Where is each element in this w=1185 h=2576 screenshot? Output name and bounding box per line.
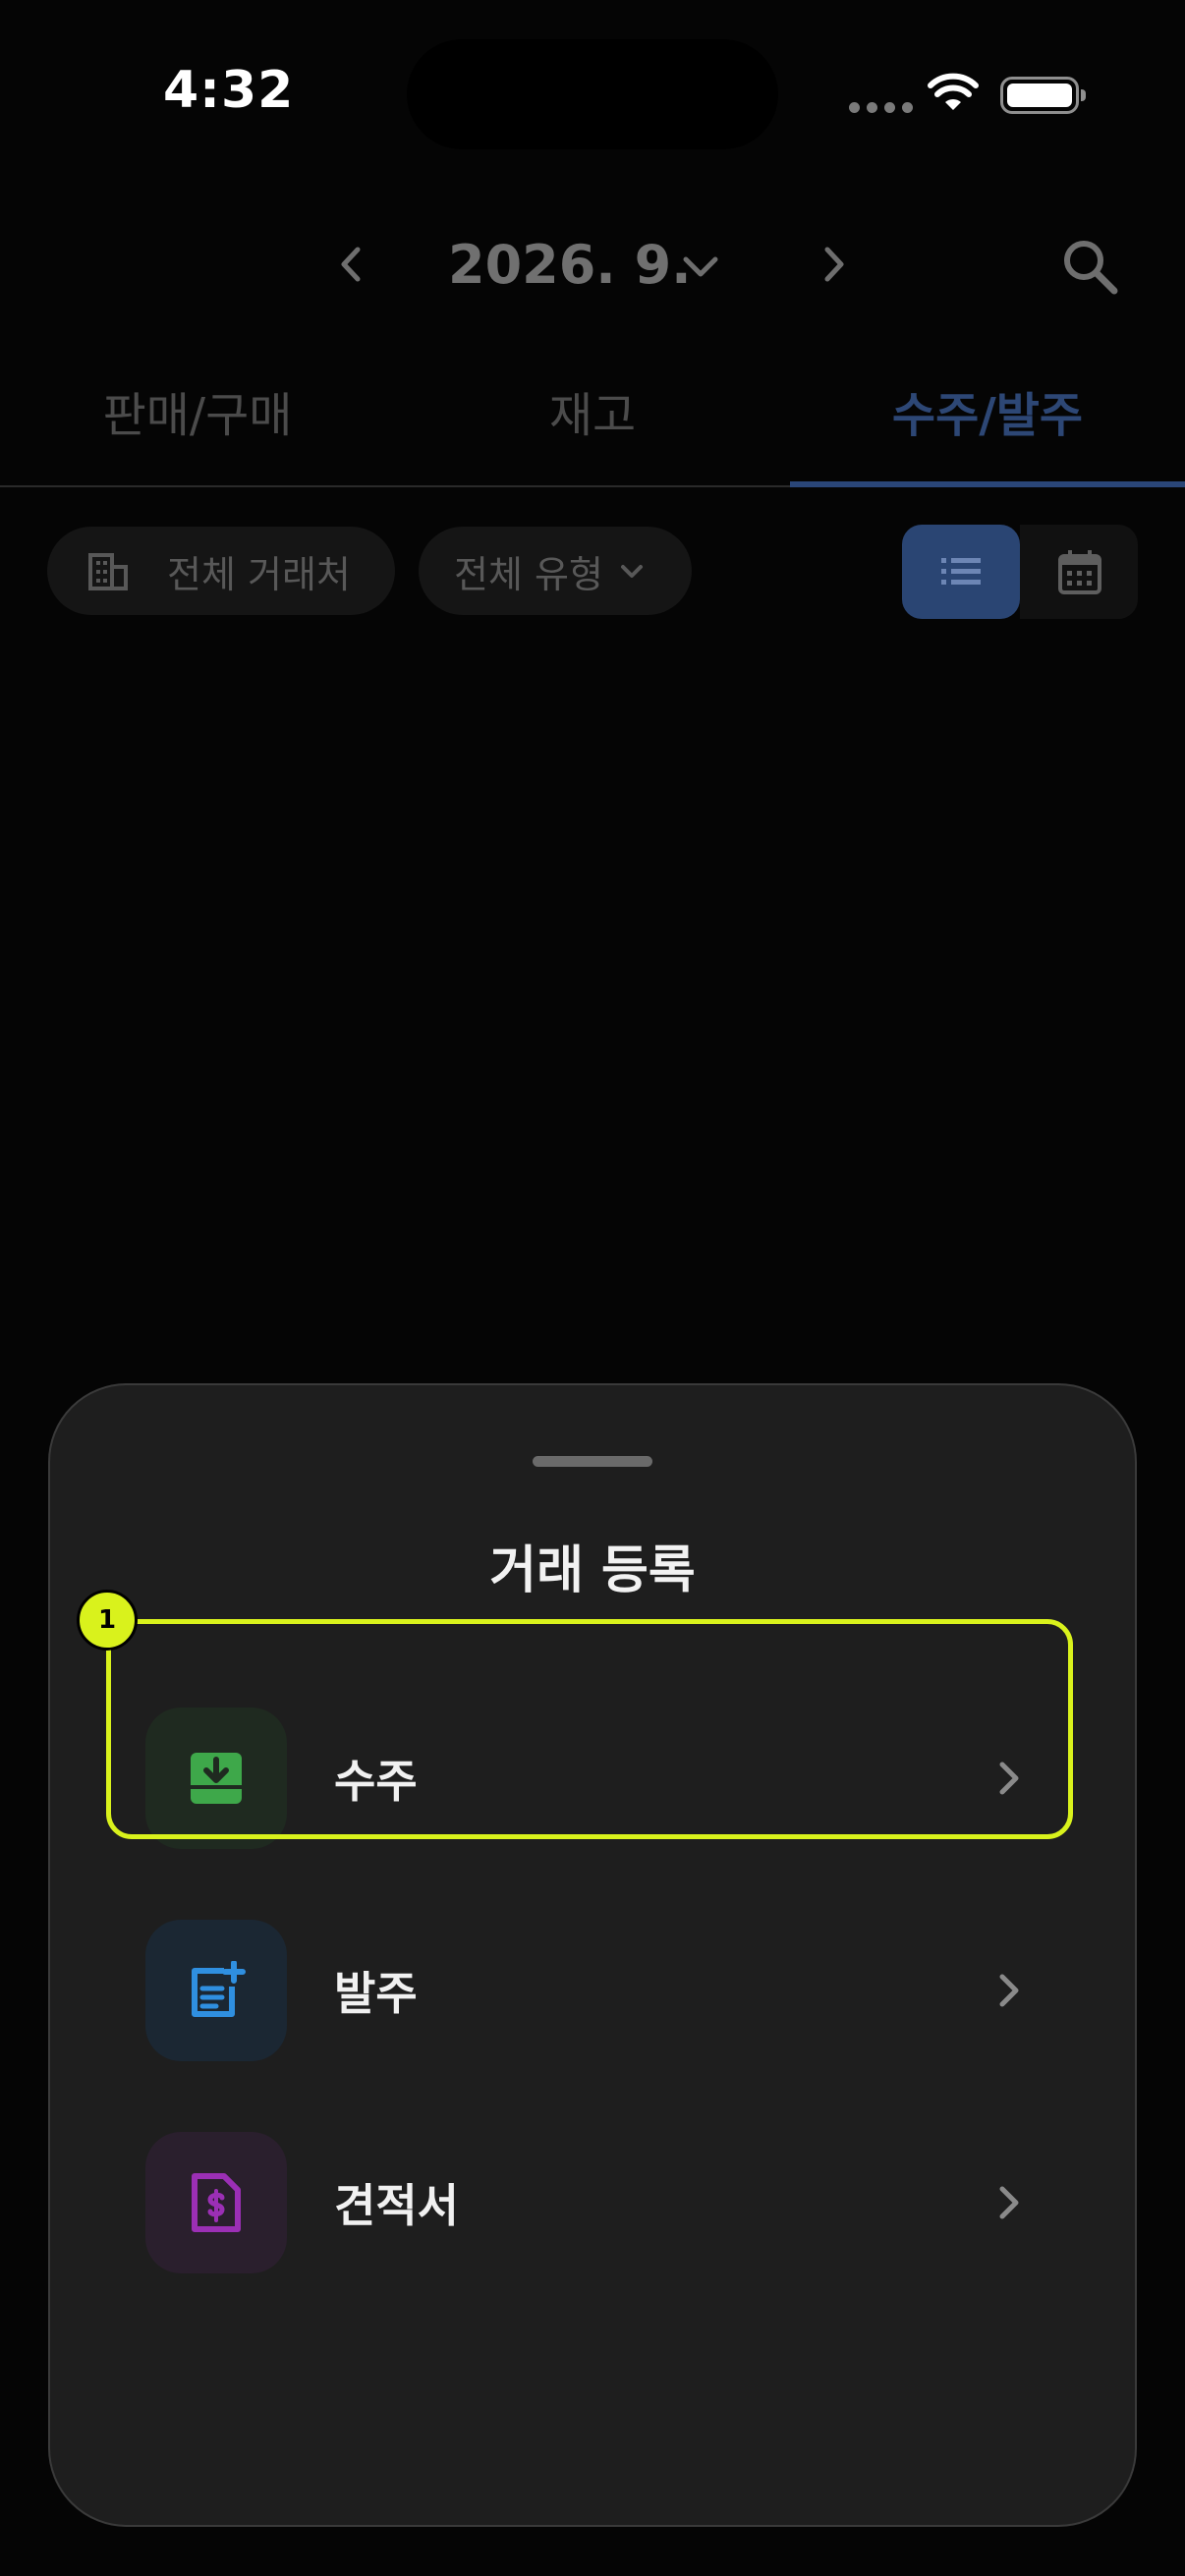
cellular-signal-icon <box>849 102 913 113</box>
calendar-view-button[interactable] <box>1020 525 1138 619</box>
annotation-badge: 1 <box>77 1590 138 1651</box>
sheet-drag-handle[interactable] <box>533 1456 652 1467</box>
quotation-label: 견적서 <box>334 2179 459 2232</box>
status-time: 4:32 <box>163 61 295 120</box>
invoice-dollar-icon <box>192 2173 241 2232</box>
tab-bar: 판매/구매 재고 수주/발주 <box>0 383 1185 487</box>
partner-filter-chip[interactable]: 전체 거래처 <box>47 527 395 615</box>
purchase-order-option[interactable]: 발주 <box>108 1904 1077 2077</box>
purchase-order-label: 발주 <box>334 1967 418 2020</box>
tab-orders[interactable]: 수주/발주 <box>790 383 1185 487</box>
chevron-right-icon <box>999 2186 1019 2219</box>
list-view-button[interactable] <box>902 525 1020 619</box>
annotation-highlight-box <box>106 1619 1073 1839</box>
document-add-icon <box>192 1961 246 2017</box>
type-filter-label: 전체 유형 <box>454 552 603 596</box>
building-icon <box>88 553 128 590</box>
next-month-button[interactable] <box>810 242 855 287</box>
chevron-right-icon <box>999 1974 1019 2007</box>
tab-sales-purchase[interactable]: 판매/구매 <box>0 383 395 485</box>
sheet-title: 거래 등록 <box>489 1541 696 1600</box>
chevron-down-icon <box>620 565 643 578</box>
purchase-order-icon-box <box>145 1920 287 2061</box>
tab-inventory[interactable]: 재고 <box>395 383 790 485</box>
battery-icon <box>1000 77 1086 114</box>
calendar-icon <box>1058 550 1101 594</box>
wifi-icon <box>928 73 979 110</box>
dynamic-island <box>407 39 778 149</box>
prev-month-button[interactable] <box>330 242 375 287</box>
partner-filter-label: 전체 거래처 <box>167 552 351 596</box>
chevron-down-icon[interactable] <box>678 244 723 289</box>
list-icon <box>941 558 981 585</box>
type-filter-chip[interactable]: 전체 유형 <box>419 527 692 615</box>
quotation-icon-box <box>145 2132 287 2273</box>
month-selector[interactable]: 2026. 9. <box>448 234 692 296</box>
search-icon[interactable] <box>1059 236 1120 297</box>
quotation-option[interactable]: 견적서 <box>108 2116 1077 2289</box>
